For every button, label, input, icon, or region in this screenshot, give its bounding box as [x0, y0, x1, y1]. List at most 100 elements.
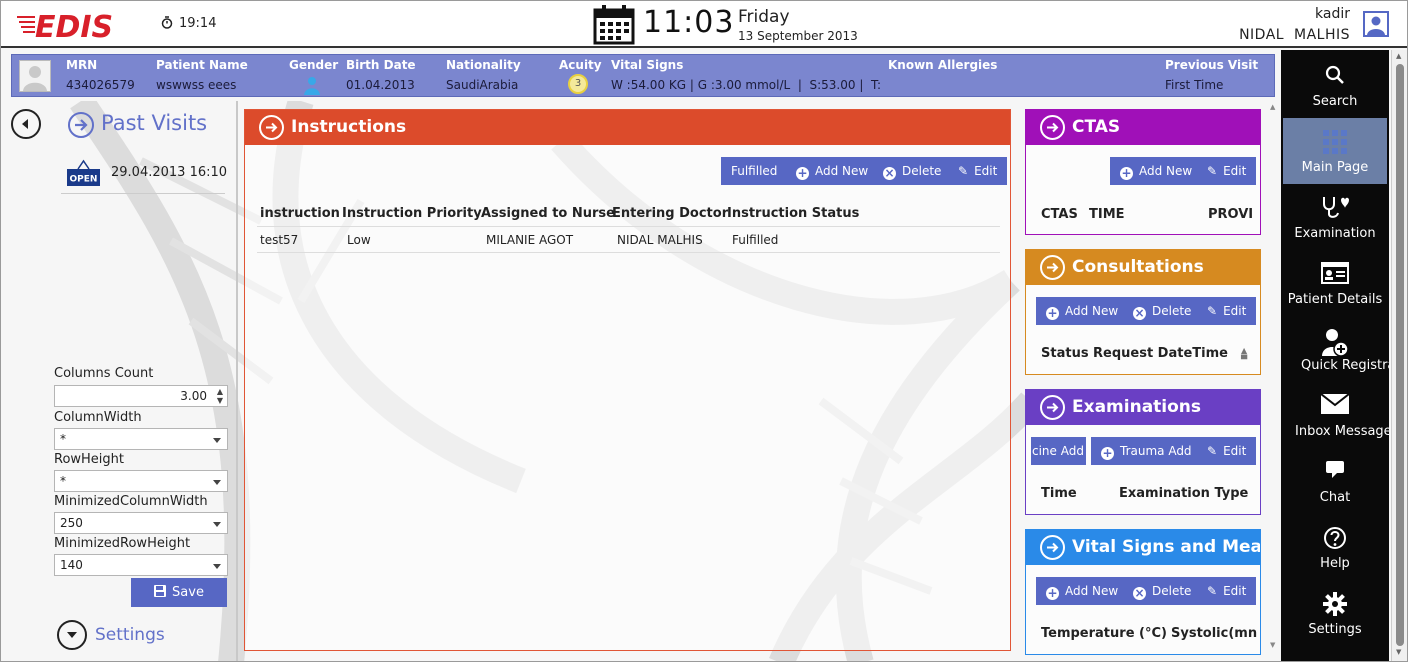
ctas-edit-button[interactable]: ✎ Edit — [1197, 157, 1257, 185]
save-button[interactable]: Save — [131, 578, 227, 607]
consultations-add-new-button[interactable]: + Add New — [1036, 297, 1129, 325]
past-visit-date[interactable]: 29.04.2013 16:10 — [111, 165, 227, 180]
arrow-circle-right-icon[interactable] — [1040, 115, 1065, 140]
patient-photo — [19, 60, 51, 92]
calendar-icon[interactable] — [593, 5, 635, 45]
arrow-circle-right-icon[interactable] — [259, 115, 284, 140]
nav-settings[interactable]: Settings — [1281, 580, 1389, 646]
nav-label: Help — [1320, 556, 1350, 571]
trauma-add-button[interactable]: + Trauma Add — [1091, 437, 1202, 465]
cell-doctor: NIDAL MALHIS — [617, 233, 703, 247]
row-height-select[interactable]: * — [54, 470, 228, 492]
triangle-left-icon — [22, 119, 28, 129]
scrollbar-thumb[interactable] — [1396, 64, 1404, 646]
arrow-circle-right-icon[interactable] — [1040, 535, 1065, 560]
column-header-instruction[interactable]: instruction — [260, 206, 340, 221]
nav-examination[interactable]: Examination — [1281, 184, 1389, 250]
column-header-doctor[interactable]: Entering Doctor — [612, 206, 728, 221]
edit-label: Edit — [974, 164, 998, 178]
consultations-edit-button[interactable]: ✎ Edit — [1197, 297, 1257, 325]
panel-splitter[interactable] — [236, 101, 238, 661]
min-column-width-select[interactable]: 250 — [54, 512, 228, 534]
settings-toggle-button[interactable] — [57, 620, 87, 650]
patient-name-value: wswwss eees — [156, 78, 237, 92]
previous-visit-header: Previous Visit — [1165, 58, 1259, 72]
delete-label: Delete — [1152, 584, 1192, 598]
nav-label: Examination — [1294, 226, 1376, 241]
x-circle-icon: × — [1133, 586, 1146, 600]
left-panel: Past Visits OPEN 29.04.2013 16:10 Column… — [1, 101, 237, 661]
fulfilled-label: Fulfilled — [731, 164, 778, 178]
ctas-add-new-button[interactable]: + Add New — [1110, 157, 1203, 185]
column-header-time[interactable]: TIME — [1089, 207, 1125, 222]
current-time: 11:03 — [643, 5, 735, 40]
column-header-examination-type[interactable]: Examination Type — [1119, 486, 1248, 501]
nav-chat[interactable]: Chat — [1281, 448, 1389, 514]
column-header-provider[interactable]: PROVI — [1208, 207, 1253, 222]
nav-label: Chat — [1319, 490, 1351, 505]
save-label: Save — [172, 585, 204, 600]
add-new-instruction-button[interactable]: + Add New — [786, 157, 879, 185]
column-header-priority[interactable]: Instruction Priority — [342, 206, 482, 221]
arrow-circle-right-icon[interactable] — [1040, 255, 1065, 280]
examinations-edit-button[interactable]: ✎ Edit — [1197, 437, 1257, 465]
nav-label: Main Page — [1301, 160, 1369, 175]
main-scrollbar[interactable]: ▲ ▼ — [1267, 101, 1279, 661]
vital-signs-header: Vital Signs and Meas — [1026, 530, 1261, 565]
vital-signs-edit-button[interactable]: ✎ Edit — [1197, 577, 1257, 605]
nav-label: Patient Details — [1287, 292, 1383, 307]
column-header-status[interactable]: Instruction Status — [727, 206, 859, 221]
row-height-value: * — [60, 474, 66, 488]
column-header-nurse[interactable]: Assigned to Nurse — [481, 206, 615, 221]
scroll-arrows-icon[interactable]: ▲ ▀ — [1241, 346, 1247, 366]
column-header-request-datetime[interactable]: Request DateTime — [1093, 346, 1228, 361]
nav-search[interactable]: Search — [1281, 52, 1389, 118]
back-button[interactable] — [11, 109, 41, 139]
column-header-time[interactable]: Time — [1041, 486, 1077, 501]
settings-label[interactable]: Settings — [95, 625, 165, 645]
patient-name-header: Patient Name — [156, 58, 248, 72]
nav-scrollbar[interactable]: ▲ ▼ — [1391, 50, 1407, 661]
columns-count-stepper[interactable]: 3.00 ▲ ▼ — [54, 385, 228, 407]
vital-signs-add-new-button[interactable]: + Add New — [1036, 577, 1129, 605]
column-header-status[interactable]: Status — [1041, 346, 1089, 361]
medicine-add-button[interactable]: cine Add — [1031, 437, 1086, 465]
min-row-height-select[interactable]: 140 — [54, 554, 228, 576]
stopwatch-icon — [161, 16, 173, 29]
user-avatar[interactable] — [1363, 11, 1389, 37]
acuity-header: Acuity — [559, 58, 602, 72]
fulfilled-button[interactable]: Fulfilled — [721, 157, 788, 185]
nav-help[interactable]: Help — [1281, 514, 1389, 580]
nav-label: Inbox Messages — [1295, 424, 1389, 439]
trauma-add-label: Trauma Add — [1120, 444, 1192, 458]
nationality-header: Nationality — [446, 58, 521, 72]
scroll-up-icon[interactable]: ▲ — [1270, 103, 1275, 111]
pencil-icon: ✎ — [1207, 584, 1218, 598]
edit-label: Edit — [1223, 304, 1247, 318]
birth-date-header: Birth Date — [346, 58, 416, 72]
vital-signs-delete-button[interactable]: × Delete — [1123, 577, 1202, 605]
column-header-ctas[interactable]: CTAS — [1041, 207, 1078, 222]
add-new-label: Add New — [815, 164, 869, 178]
consultations-delete-button[interactable]: × Delete — [1123, 297, 1202, 325]
nav-label: Search — [1312, 94, 1358, 109]
patient-info-bar: MRN 434026579 Patient Name wswwss eees G… — [11, 54, 1275, 97]
cell-status: Fulfilled — [732, 233, 779, 247]
nav-quick-registration[interactable]: Quick Registration — [1281, 316, 1389, 382]
open-visit-badge[interactable]: OPEN — [67, 159, 100, 187]
delete-instruction-button[interactable]: × Delete — [873, 157, 952, 185]
column-header-systolic[interactable]: Systolic(mn — [1171, 626, 1257, 641]
nav-main-page[interactable]: Main Page — [1283, 118, 1387, 184]
scroll-down-icon[interactable]: ▼ — [1396, 648, 1401, 656]
nav-inbox-messages[interactable]: Inbox Messages — [1281, 382, 1389, 448]
user-fullname: NIDAL MALHIS — [1239, 27, 1350, 43]
nav-patient-details[interactable]: Patient Details — [1281, 250, 1389, 316]
column-width-select[interactable]: * — [54, 428, 228, 450]
edit-instruction-button[interactable]: ✎ Edit — [948, 157, 1008, 185]
scroll-down-icon[interactable]: ▼ — [1270, 641, 1275, 649]
column-header-temperature[interactable]: Temperature (°C) — [1041, 626, 1167, 641]
arrow-circle-right-icon[interactable] — [1040, 395, 1065, 420]
vital-signs-title: Vital Signs and Meas — [1072, 537, 1261, 557]
scroll-up-icon[interactable]: ▲ — [1396, 52, 1401, 60]
spin-arrows-icon[interactable]: ▲ ▼ — [217, 387, 223, 405]
